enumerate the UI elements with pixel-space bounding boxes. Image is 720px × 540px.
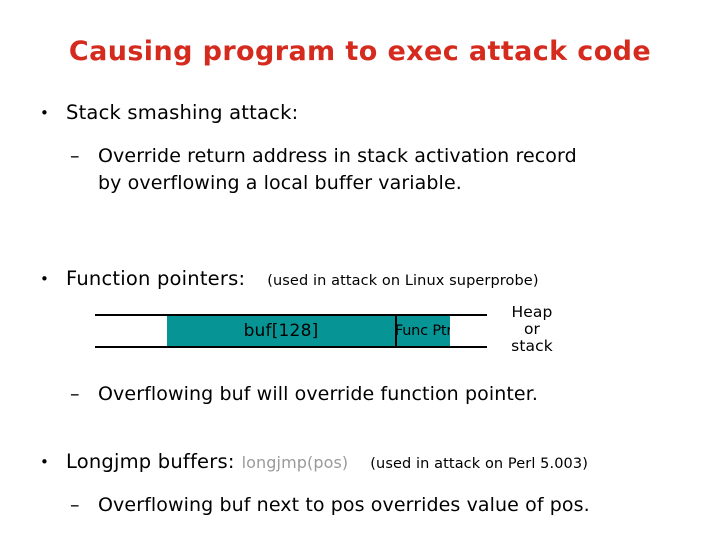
subbullet-overflow-function-pointer: – Overflowing buf will override function… (70, 381, 538, 408)
bullet-label: Function pointers: (66, 267, 246, 290)
memory-segment-function-pointer: Func Ptr (394, 316, 453, 346)
memory-segment-buffer: buf[128] (167, 316, 395, 346)
diagram-side-label-line2: or (523, 320, 541, 338)
bullet-function-pointers: • Function pointers: (used in attack on L… (40, 266, 539, 294)
note-perl-version: (used in attack on Perl 5.003) (370, 456, 588, 472)
code-longjmp-pos: longjmp(pos) (241, 453, 349, 472)
slide-title: Causing program to exec attack code (68, 36, 652, 67)
subbullet-text-line1: Override return address in stack activat… (98, 145, 577, 167)
memory-segment-buffer-label: buf[128] (243, 321, 319, 341)
memory-segment-low (95, 316, 167, 346)
subbullet-override-return-address-line2: by overflowing a local buffer variable. (98, 170, 462, 197)
bullet-longjmp-buffers: • Longjmp buffers: longjmp(pos) (used in a… (40, 449, 588, 477)
subbullet-text: Overflowing buf next to pos overrides va… (98, 494, 590, 516)
memory-segment-function-pointer-label: Func Ptr (394, 323, 453, 339)
note-linux-superprobe: (used in attack on Linux superprobe) (267, 273, 539, 289)
bullet-marker: • (40, 270, 49, 288)
bullet-stack-smashing: • Stack smashing attack: (40, 100, 298, 126)
diagram-bottom-rule (95, 346, 487, 348)
subbullet-override-return-address: – Override return address in stack activ… (70, 143, 577, 170)
memory-segment-high (450, 316, 487, 346)
bullet-marker: • (40, 104, 49, 122)
bullet-marker: • (40, 453, 49, 471)
slide-canvas: Causing program to exec attack code • St… (0, 0, 720, 540)
diagram-side-label: Heap or stack (492, 304, 572, 355)
dash-marker: – (70, 145, 80, 167)
dash-marker: – (70, 383, 80, 405)
bullet-label: Longjmp buffers: (66, 450, 235, 473)
memory-segment-high-label (450, 316, 487, 346)
memory-segment-low-label (95, 316, 167, 346)
subbullet-overflow-pos: – Overflowing buf next to pos overrides … (70, 492, 590, 519)
bullet-text: Stack smashing attack: (66, 101, 299, 124)
subbullet-text-line2: by overflowing a local buffer variable. (98, 172, 462, 194)
diagram-side-label-line1: Heap (511, 303, 553, 321)
dash-marker: – (70, 494, 80, 516)
memory-layout-diagram: buf[128] Func Ptr Heap or stack (95, 304, 565, 355)
bullet-text: Function pointers: (used in attack on Lin… (66, 266, 539, 294)
subbullet-text: Overflowing buf will override function p… (98, 383, 539, 405)
diagram-side-label-line3: stack (511, 337, 553, 355)
bullet-text: Longjmp buffers: longjmp(pos) (used in att… (66, 449, 588, 477)
